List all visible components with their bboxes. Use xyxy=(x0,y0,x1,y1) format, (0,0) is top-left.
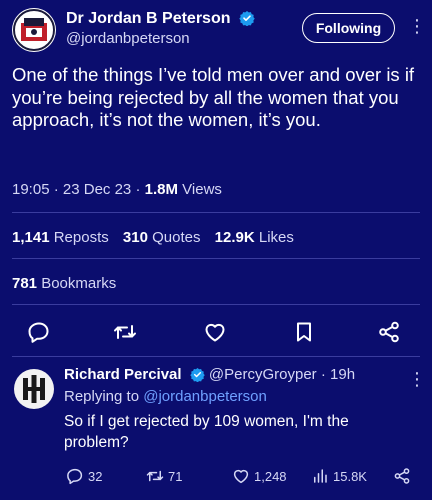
reply-author-avatar[interactable] xyxy=(14,369,54,409)
author-avatar[interactable] xyxy=(12,8,56,52)
author-name[interactable]: Dr Jordan B Peterson xyxy=(66,10,230,27)
reply-views-button[interactable]: 15.8K xyxy=(311,467,367,485)
heart-icon[interactable] xyxy=(203,320,227,344)
bookmark-icon[interactable] xyxy=(292,320,316,344)
reply-author-name[interactable]: Richard Percival xyxy=(64,366,182,383)
reply-views-count: 15.8K xyxy=(333,468,367,484)
reply-text: So if I get rejected by 109 women, I'm t… xyxy=(64,413,349,451)
divider xyxy=(12,304,420,305)
reply-reply-button[interactable]: 32 xyxy=(66,467,102,485)
views-icon xyxy=(314,469,327,483)
likes-count: 12.9K xyxy=(214,229,255,246)
reply-replies-count: 32 xyxy=(88,468,103,484)
likes-stat[interactable]: 12.9K Likes xyxy=(215,229,294,246)
quotes-stat[interactable]: 310 Quotes xyxy=(123,229,201,246)
views-label: Views xyxy=(182,181,222,198)
bookmarks-label: Bookmarks xyxy=(41,275,117,292)
views-count: 1.8M xyxy=(144,181,178,198)
reply-repost-button[interactable]: 71 xyxy=(146,467,182,485)
divider xyxy=(12,212,420,213)
quotes-label: Quotes xyxy=(152,229,201,246)
reply-share-button[interactable] xyxy=(393,467,415,485)
bookmarks-count: 781 xyxy=(12,275,38,292)
repost-icon[interactable] xyxy=(113,320,137,344)
heart-icon xyxy=(233,469,249,484)
tweet-date[interactable]: 23 Dec 23 xyxy=(63,181,131,198)
reply-header: Richard Percival @PercyGroyper · 19h xyxy=(64,366,355,386)
verified-badge-icon xyxy=(239,10,255,31)
reposts-count: 1,141 xyxy=(12,229,50,246)
avatar-emblem-icon xyxy=(15,370,53,408)
following-button[interactable]: Following xyxy=(302,13,395,43)
tweet-time[interactable]: 19:05 xyxy=(12,181,50,198)
reposts-stat[interactable]: 1,141 Reposts xyxy=(12,229,109,246)
repost-icon xyxy=(146,470,164,482)
reply-reposts-count: 71 xyxy=(168,468,183,484)
reply-like-button[interactable]: 1,248 xyxy=(232,467,287,485)
tweet-meta: 19:05 · 23 Dec 23 · 1.8M Views xyxy=(12,181,222,198)
reply-likes-count: 1,248 xyxy=(254,468,287,484)
quotes-count: 310 xyxy=(122,229,148,246)
likes-label: Likes xyxy=(258,229,294,246)
author-handle[interactable]: @jordanbpeterson xyxy=(66,30,190,47)
share-icon xyxy=(394,468,410,484)
replying-handle-link[interactable]: @jordanbpeterson xyxy=(143,388,267,405)
tweet-text: One of the things I’ve told men over and… xyxy=(12,64,415,130)
author-name-row[interactable]: Dr Jordan B Peterson xyxy=(66,10,255,31)
tweet-detail-page: Dr Jordan B Peterson @jordanbpeterson Fo… xyxy=(0,0,432,500)
divider xyxy=(12,258,420,259)
reply-meta-separator: · xyxy=(320,366,331,383)
more-icon[interactable]: ⋮ xyxy=(408,370,426,388)
meta-separator: · xyxy=(135,181,145,198)
replying-prefix: Replying to xyxy=(64,388,140,405)
replying-to: Replying to @jordanbpeterson xyxy=(64,388,267,405)
bookmarks-stat[interactable]: 781 Bookmarks xyxy=(12,275,116,292)
reply-icon[interactable] xyxy=(27,320,51,344)
reply-icon xyxy=(67,468,83,485)
share-icon[interactable] xyxy=(377,320,401,344)
engagement-stats: 1,141 Reposts 310 Quotes 12.9K Likes xyxy=(12,229,294,246)
divider xyxy=(12,356,420,357)
reply-author-handle[interactable]: @PercyGroyper xyxy=(209,366,317,383)
avatar-logo-icon xyxy=(13,9,55,51)
reposts-label: Reposts xyxy=(53,229,109,246)
more-icon[interactable]: ⋮ xyxy=(408,17,426,35)
verified-badge-icon xyxy=(189,367,205,386)
meta-separator: · xyxy=(53,181,63,198)
reply-age[interactable]: 19h xyxy=(330,366,355,383)
